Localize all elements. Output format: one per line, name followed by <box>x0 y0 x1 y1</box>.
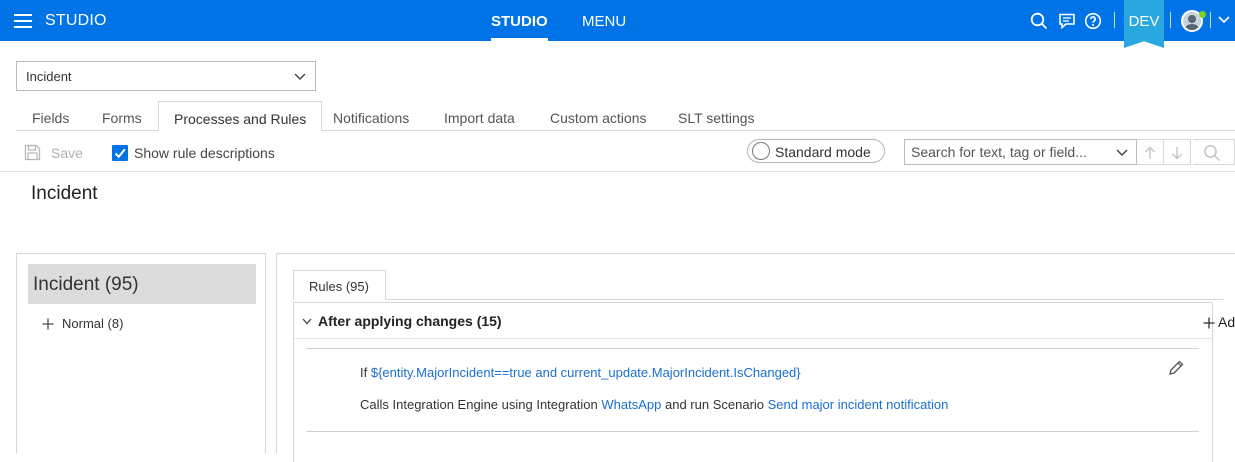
save-icon <box>24 144 41 161</box>
plus-icon <box>1203 317 1215 329</box>
show-rule-descriptions-label: Show rule descriptions <box>134 145 275 161</box>
entity-select[interactable]: Incident <box>16 61 316 91</box>
chevron-down-icon[interactable] <box>1218 15 1230 25</box>
show-rule-descriptions-checkbox[interactable] <box>112 145 128 161</box>
divider <box>1210 12 1211 28</box>
divider <box>1114 12 1115 28</box>
rule-condition-link[interactable]: ${entity.MajorIncident==true and current… <box>371 365 801 380</box>
tab-processes-and-rules[interactable]: Processes and Rules <box>158 101 323 131</box>
help-icon[interactable] <box>1084 12 1102 30</box>
nav-tab-studio[interactable]: STUDIO <box>491 13 548 41</box>
add-rule-label: Add <box>1218 314 1235 330</box>
rule-card[interactable]: If ${entity.MajorIncident==true and curr… <box>306 348 1199 432</box>
tab-bar: Fields Forms Processes and Rules Notific… <box>16 101 1235 131</box>
collapse-icon[interactable] <box>302 318 312 325</box>
toolbar: Save Show rule descriptions Standard mod… <box>0 132 1235 172</box>
environment-badge-label: DEV <box>1128 13 1160 30</box>
tab-slt-settings[interactable]: SLT settings <box>678 101 755 131</box>
app-title: STUDIO <box>45 12 107 29</box>
divider <box>1170 12 1171 28</box>
next-match-button[interactable] <box>1164 139 1191 165</box>
environment-badge: DEV <box>1124 0 1164 48</box>
rule-tree-panel: Incident (95) Normal (8) <box>16 253 266 453</box>
integration-link[interactable]: WhatsApp <box>601 397 661 412</box>
rule-condition-line: If ${entity.MajorIncident==true and curr… <box>360 365 801 380</box>
arrow-down-icon <box>1172 147 1182 160</box>
tree-item-label: Normal (8) <box>62 316 124 331</box>
chat-icon[interactable] <box>1058 12 1076 30</box>
rule-if-text: If <box>360 365 368 380</box>
nav-tab-menu[interactable]: MENU <box>582 13 626 41</box>
arrow-up-icon <box>1145 146 1155 159</box>
standard-mode-label: Standard mode <box>775 144 871 160</box>
rule-group: After applying changes (15) Add If ${ent… <box>293 302 1235 462</box>
page-title: Incident <box>31 183 98 204</box>
save-label: Save <box>51 145 83 161</box>
rule-calls-text: Calls Integration Engine using Integrati… <box>360 397 598 412</box>
standard-mode-toggle[interactable]: Standard mode <box>747 139 885 163</box>
rule-search-input[interactable] <box>911 143 1111 161</box>
rules-panel: Rules (95) After applying changes (15) A… <box>276 253 1235 462</box>
tab-import-data[interactable]: Import data <box>444 101 515 131</box>
previous-match-button[interactable] <box>1137 139 1164 165</box>
tab-fields[interactable]: Fields <box>32 101 69 131</box>
tab-forms[interactable]: Forms <box>102 101 142 131</box>
search-icon <box>1204 145 1221 162</box>
scenario-link[interactable]: Send major incident notification <box>768 397 949 412</box>
hamburger-icon[interactable] <box>14 12 34 30</box>
rule-search-box[interactable] <box>904 139 1137 165</box>
search-button[interactable] <box>1193 139 1235 165</box>
tree-item-incident[interactable]: Incident (95) <box>28 264 256 304</box>
rule-group-title: After applying changes (15) <box>318 313 502 329</box>
pencil-icon[interactable] <box>1167 359 1185 377</box>
top-bar: STUDIO STUDIO MENU DEV <box>0 0 1235 48</box>
rule-group-header: After applying changes (15) Add <box>294 303 1235 339</box>
entity-select-value: Incident <box>26 69 72 84</box>
chevron-down-icon <box>294 73 306 81</box>
tab-custom-actions[interactable]: Custom actions <box>550 101 646 131</box>
tree-item-label: Incident (95) <box>33 274 139 295</box>
expand-icon[interactable] <box>42 318 54 330</box>
online-status-dot <box>1199 11 1206 18</box>
chevron-down-icon[interactable] <box>1116 149 1128 157</box>
tab-notifications[interactable]: Notifications <box>333 101 409 131</box>
divider <box>293 299 1224 300</box>
rule-action-line: Calls Integration Engine using Integrati… <box>360 397 948 412</box>
search-icon[interactable] <box>1030 12 1048 30</box>
toggle-knob <box>752 142 770 160</box>
tab-rules-label: Rules (95) <box>309 279 369 294</box>
rule-run-text: and run Scenario <box>665 397 765 412</box>
tab-rules[interactable]: Rules (95) <box>293 270 386 300</box>
